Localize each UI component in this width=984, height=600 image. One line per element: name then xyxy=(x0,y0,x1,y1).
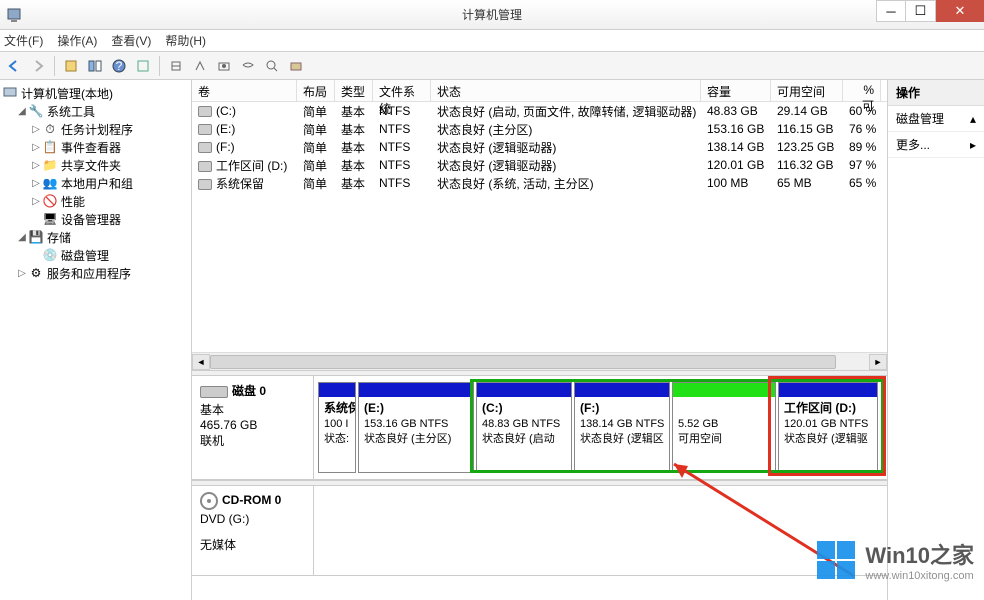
tree-users[interactable]: ▷👥本地用户和组 xyxy=(2,174,189,192)
titlebar: 计算机管理 ─ ☐ ✕ xyxy=(0,0,984,30)
volume-header: 卷 布局 类型 文件系统 状态 容量 可用空间 % 可 xyxy=(192,80,887,102)
tool-icon-2[interactable] xyxy=(190,56,210,76)
tree-shared[interactable]: ▷📁共享文件夹 xyxy=(2,156,189,174)
tool-icon-5[interactable] xyxy=(262,56,282,76)
tree-scheduler[interactable]: ▷⏱任务计划程序 xyxy=(2,120,189,138)
expand-icon[interactable]: ▷ xyxy=(30,142,42,153)
col-layout[interactable]: 布局 xyxy=(297,80,335,101)
properties-icon[interactable] xyxy=(61,56,81,76)
partition[interactable]: 系统保100 I状态: xyxy=(318,382,356,473)
volume-row[interactable]: (E:)简单基本NTFS状态良好 (主分区)153.16 GB116.15 GB… xyxy=(192,120,887,138)
scroll-left-button[interactable]: ◄ xyxy=(192,354,210,370)
col-fs[interactable]: 文件系统 xyxy=(373,80,431,101)
cdrom-row[interactable]: CD-ROM 0 DVD (G:) 无媒体 xyxy=(192,486,887,576)
nav-tree: 计算机管理(本地) ◢🔧系统工具 ▷⏱任务计划程序 ▷📋事件查看器 ▷📁共享文件… xyxy=(0,80,192,600)
view-icon[interactable] xyxy=(85,56,105,76)
tree-devmgr[interactable]: 🖥设备管理器 xyxy=(2,210,189,228)
actions-header: 操作 xyxy=(888,80,984,106)
menubar: 文件(F) 操作(A) 查看(V) 帮助(H) xyxy=(0,30,984,52)
refresh-icon[interactable] xyxy=(133,56,153,76)
tree-services[interactable]: ▷⚙服务和应用程序 xyxy=(2,264,189,282)
app-icon xyxy=(6,7,22,23)
tree-perf[interactable]: ▷🚫性能 xyxy=(2,192,189,210)
col-type[interactable]: 类型 xyxy=(335,80,373,101)
menu-help[interactable]: 帮助(H) xyxy=(165,32,206,49)
scroll-thumb[interactable] xyxy=(210,355,836,369)
expand-icon[interactable]: ▷ xyxy=(30,178,42,189)
col-status[interactable]: 状态 xyxy=(431,80,701,101)
menu-action[interactable]: 操作(A) xyxy=(57,32,97,49)
tool-icon-3[interactable] xyxy=(214,56,234,76)
clock-icon: ⏱ xyxy=(42,121,58,137)
device-icon: 🖥 xyxy=(42,211,58,227)
window-title: 计算机管理 xyxy=(462,6,522,23)
actions-pane: 操作 磁盘管理▴ 更多...▸ xyxy=(888,80,984,600)
volume-row[interactable]: 工作区间 (D:)简单基本NTFS状态良好 (逻辑驱动器)120.01 GB11… xyxy=(192,156,887,174)
tree-diskmgmt[interactable]: 💿磁盘管理 xyxy=(2,246,189,264)
partition[interactable]: (E:)153.16 GB NTFS状态良好 (主分区) xyxy=(358,382,474,473)
disk-icon: 💿 xyxy=(42,247,58,263)
tool-icon-1[interactable] xyxy=(166,56,186,76)
center-pane: 卷 布局 类型 文件系统 状态 容量 可用空间 % 可 (C:)简单基本NTFS… xyxy=(192,80,888,600)
cdrom-info: CD-ROM 0 DVD (G:) 无媒体 xyxy=(192,486,314,575)
volume-icon xyxy=(198,142,212,153)
volume-row[interactable]: (F:)简单基本NTFS状态良好 (逻辑驱动器)138.14 GB123.25 … xyxy=(192,138,887,156)
tools-icon: 🔧 xyxy=(28,103,44,119)
expand-icon[interactable]: ▷ xyxy=(30,124,42,135)
volume-row[interactable]: (C:)简单基本NTFS状态良好 (启动, 页面文件, 故障转储, 逻辑驱动器)… xyxy=(192,102,887,120)
partition[interactable]: (C:)48.83 GB NTFS状态良好 (启动 xyxy=(476,382,572,473)
chevron-right-icon: ▸ xyxy=(970,138,976,152)
cdrom-icon xyxy=(200,492,218,510)
tree-systools[interactable]: ◢🔧系统工具 xyxy=(2,102,189,120)
forward-button[interactable] xyxy=(28,56,48,76)
expand-icon[interactable]: ▷ xyxy=(30,196,42,207)
computer-icon xyxy=(2,85,18,101)
tool-icon-4[interactable] xyxy=(238,56,258,76)
chevron-up-icon: ▴ xyxy=(970,112,976,126)
back-button[interactable] xyxy=(4,56,24,76)
disk-icon xyxy=(200,386,228,398)
collapse-icon[interactable]: ◢ xyxy=(16,232,28,243)
disk-map: 磁盘 0 基本 465.76 GB 联机 系统保100 I状态:(E:)153.… xyxy=(192,376,887,600)
volume-icon xyxy=(198,179,212,190)
scroll-right-button[interactable]: ► xyxy=(869,354,887,370)
volume-row[interactable]: 系统保留简单基本NTFS状态良好 (系统, 活动, 主分区)100 MB65 M… xyxy=(192,174,887,192)
svg-text:?: ? xyxy=(116,59,123,73)
folder-icon: 📁 xyxy=(42,157,58,173)
col-capacity[interactable]: 容量 xyxy=(701,80,771,101)
expand-icon[interactable]: ▷ xyxy=(16,268,28,279)
expand-icon[interactable]: ▷ xyxy=(30,160,42,171)
help-icon[interactable]: ? xyxy=(109,56,129,76)
volume-icon xyxy=(198,106,212,117)
action-more[interactable]: 更多...▸ xyxy=(888,132,984,158)
users-icon: 👥 xyxy=(42,175,58,191)
menu-file[interactable]: 文件(F) xyxy=(4,32,43,49)
perf-icon: 🚫 xyxy=(42,193,58,209)
collapse-icon[interactable]: ◢ xyxy=(16,106,28,117)
col-free[interactable]: 可用空间 xyxy=(771,80,843,101)
tree-storage[interactable]: ◢💾存储 xyxy=(2,228,189,246)
volume-list: 卷 布局 类型 文件系统 状态 容量 可用空间 % 可 (C:)简单基本NTFS… xyxy=(192,80,887,370)
volume-rows[interactable]: (C:)简单基本NTFS状态良好 (启动, 页面文件, 故障转储, 逻辑驱动器)… xyxy=(192,102,887,352)
volume-icon xyxy=(198,161,212,172)
toolbar: ? xyxy=(0,52,984,80)
menu-view[interactable]: 查看(V) xyxy=(111,32,151,49)
maximize-button[interactable]: ☐ xyxy=(906,0,936,22)
tool-icon-6[interactable] xyxy=(286,56,306,76)
action-diskmgmt[interactable]: 磁盘管理▴ xyxy=(888,106,984,132)
minimize-button[interactable]: ─ xyxy=(876,0,906,22)
annotation-arrow xyxy=(654,456,874,586)
close-button[interactable]: ✕ xyxy=(936,0,984,22)
col-volume[interactable]: 卷 xyxy=(192,80,297,101)
storage-icon: 💾 xyxy=(28,229,44,245)
disk-0-info: 磁盘 0 基本 465.76 GB 联机 xyxy=(192,376,314,479)
event-icon: 📋 xyxy=(42,139,58,155)
volume-icon xyxy=(198,124,212,135)
services-icon: ⚙ xyxy=(28,265,44,281)
col-percent[interactable]: % 可 xyxy=(843,80,881,101)
tree-root[interactable]: 计算机管理(本地) xyxy=(2,84,189,102)
tree-eventviewer[interactable]: ▷📋事件查看器 xyxy=(2,138,189,156)
horizontal-scrollbar[interactable]: ◄ ► xyxy=(192,352,887,370)
